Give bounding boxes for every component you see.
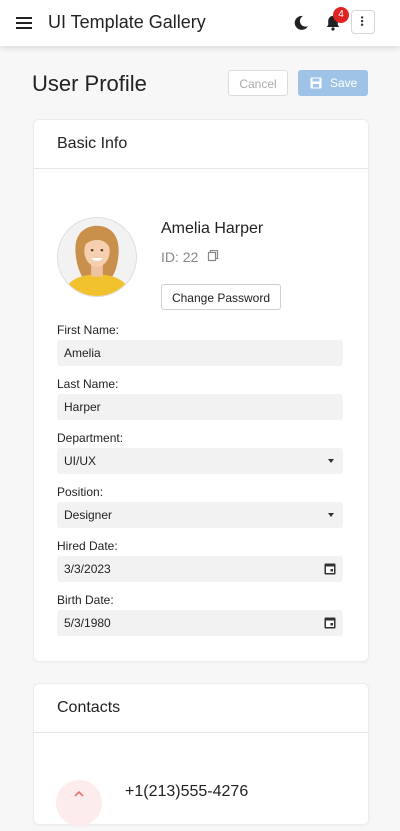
phone-icon: [56, 780, 102, 826]
save-icon: [310, 77, 322, 89]
chevron-down-icon: [328, 513, 334, 517]
copy-icon[interactable]: [207, 250, 219, 262]
cancel-button[interactable]: Cancel: [228, 70, 288, 96]
contact-phone[interactable]: +1(213)555-4276: [125, 783, 248, 801]
page-title: User Profile: [32, 71, 147, 96]
save-button-label: Save: [330, 76, 358, 90]
contacts-card: Contacts +1(213)555-4276: [33, 683, 369, 826]
phone-icon-glyph: [74, 790, 84, 797]
contacts-header: Contacts: [34, 684, 368, 733]
app-title: UI Template Gallery: [48, 12, 206, 32]
hired-date-value: 3/3/2023: [64, 562, 111, 576]
moon-icon[interactable]: [292, 14, 310, 32]
first-name-label: First Name:: [57, 323, 120, 337]
save-button[interactable]: Save: [298, 70, 368, 96]
user-name: Amelia Harper: [161, 220, 264, 237]
department-label: Department:: [57, 431, 124, 445]
position-select[interactable]: Designer: [57, 502, 343, 528]
first-name-value: Amelia: [64, 346, 101, 360]
calendar-icon[interactable]: [324, 562, 336, 575]
first-name-field[interactable]: Amelia: [57, 340, 343, 366]
last-name-value: Harper: [64, 400, 101, 414]
notification-badge: 4: [333, 7, 349, 23]
hired-date-field[interactable]: 3/3/2023: [57, 556, 343, 582]
user-id: ID: 22: [161, 249, 199, 265]
chevron-down-icon: [328, 459, 334, 463]
avatar: [57, 217, 137, 297]
position-value: Designer: [64, 508, 113, 522]
last-name-label: Last Name:: [57, 377, 119, 391]
hired-date-label: Hired Date:: [57, 539, 118, 553]
basic-info-card: Basic Info Amelia Harper ID: 22 Change P…: [33, 119, 369, 662]
contacts-title: Contacts: [57, 699, 121, 716]
birth-date-label: Birth Date:: [57, 593, 114, 607]
avatar-photo: [58, 218, 136, 296]
more-button[interactable]: [351, 10, 375, 34]
menu-icon[interactable]: [15, 14, 33, 32]
birth-date-field[interactable]: 5/3/1980: [57, 610, 343, 636]
basic-info-header: Basic Info: [34, 120, 368, 169]
more-vertical-icon: [360, 16, 364, 26]
department-value: UI/UX: [64, 454, 97, 468]
calendar-icon[interactable]: [324, 616, 336, 629]
position-label: Position:: [57, 485, 104, 499]
birth-date-value: 5/3/1980: [64, 616, 111, 630]
last-name-field[interactable]: Harper: [57, 394, 343, 420]
change-password-button[interactable]: Change Password: [161, 284, 281, 310]
basic-info-title: Basic Info: [57, 135, 128, 152]
top-bar: UI Template Gallery 4: [0, 0, 400, 46]
department-select[interactable]: UI/UX: [57, 448, 343, 474]
